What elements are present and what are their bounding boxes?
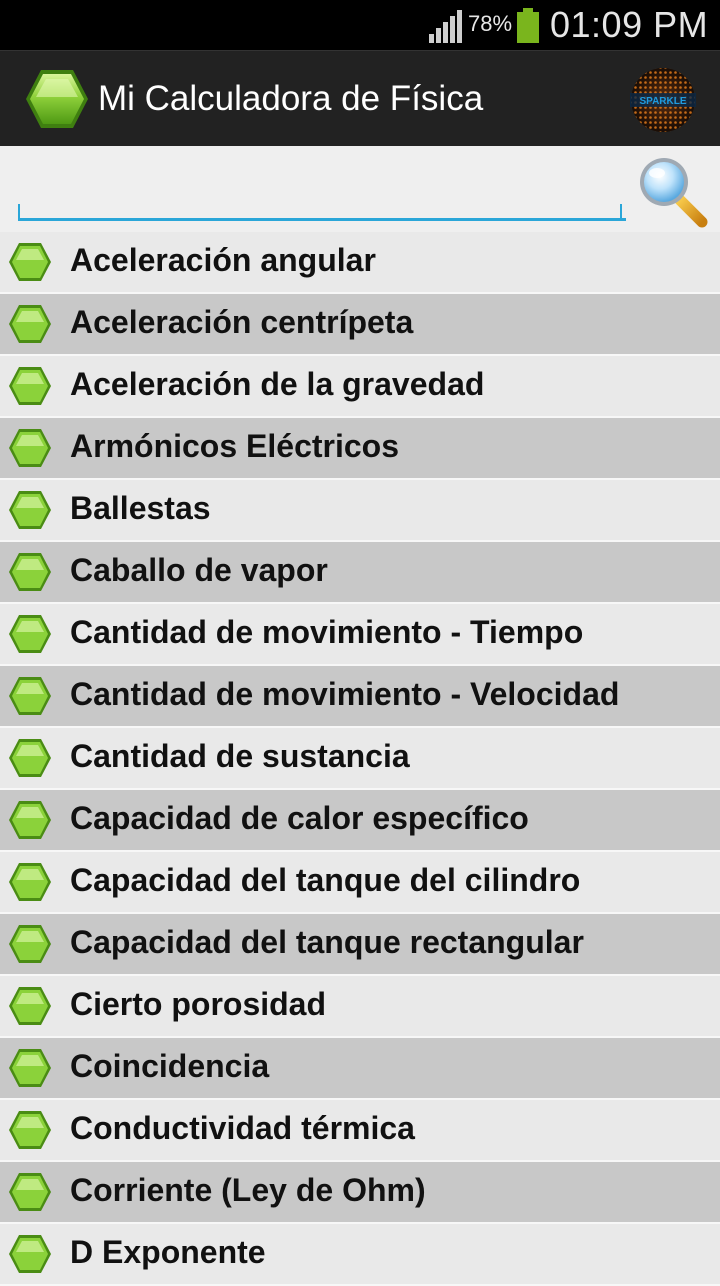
hexagon-bullet-icon [9, 429, 51, 467]
list-item[interactable]: Coincidencia [0, 1038, 720, 1100]
list-item-label: Aceleración centrípeta [70, 304, 414, 340]
sparkle-logo-icon[interactable]: SPARKLE [628, 65, 698, 135]
list-item[interactable]: Cierto porosidad [0, 976, 720, 1038]
magnifier-icon[interactable] [636, 152, 710, 228]
list-item[interactable]: Capacidad del tanque rectangular [0, 914, 720, 976]
list-item[interactable]: Caballo de vapor [0, 542, 720, 604]
hexagon-bullet-icon [9, 1173, 51, 1211]
list-item-label: Aceleración de la gravedad [70, 366, 485, 402]
battery-icon [517, 8, 539, 43]
sparkle-logo-text: SPARKLE [639, 96, 686, 107]
list-item[interactable]: Cantidad de movimiento - Velocidad [0, 666, 720, 728]
list-item[interactable]: Armónicos Eléctricos [0, 418, 720, 480]
list-item-label: Cantidad de sustancia [70, 738, 410, 774]
app-hexagon-icon[interactable] [24, 67, 90, 131]
clock: 01:09 PM [550, 4, 709, 45]
list-item[interactable]: Aceleración de la gravedad [0, 356, 720, 418]
list-item-label: Cantidad de movimiento - Velocidad [70, 676, 620, 712]
list-item[interactable]: D Exponente [0, 1224, 720, 1286]
hexagon-bullet-icon [9, 491, 51, 529]
list-item-label: Aceleración angular [70, 242, 376, 278]
hexagon-bullet-icon [9, 1111, 51, 1149]
list-item-label: Cantidad de movimiento - Tiempo [70, 614, 584, 650]
search-bar [0, 146, 720, 232]
signal-icon [429, 10, 462, 43]
status-bar: 78% 01:09 PM [0, 0, 720, 50]
list-item[interactable]: Aceleración centrípeta [0, 294, 720, 356]
hexagon-bullet-icon [9, 553, 51, 591]
hexagon-bullet-icon [9, 863, 51, 901]
list-item-label: Ballestas [70, 490, 211, 526]
hexagon-bullet-icon [9, 1235, 51, 1273]
list-item-label: Capacidad de calor específico [70, 800, 529, 836]
list-item[interactable]: Corriente (Ley de Ohm) [0, 1162, 720, 1224]
list-item-label: D Exponente [70, 1234, 266, 1270]
hexagon-bullet-icon [9, 677, 51, 715]
formula-list: Aceleración angular Aceleración centrípe… [0, 232, 720, 1286]
hexagon-bullet-icon [9, 1049, 51, 1087]
battery-percent: 78% [468, 11, 513, 36]
list-item-label: Armónicos Eléctricos [70, 428, 399, 464]
search-input-edge-left [18, 204, 20, 218]
list-item-label: Cierto porosidad [70, 986, 327, 1022]
hexagon-bullet-icon [9, 925, 51, 963]
app-title: Mi Calculadora de Física [98, 79, 484, 118]
search-input[interactable] [18, 164, 626, 221]
list-item[interactable]: Ballestas [0, 480, 720, 542]
list-item-label: Capacidad del tanque del cilindro [70, 862, 581, 898]
list-item-label: Conductividad térmica [70, 1110, 415, 1146]
list-item-label: Caballo de vapor [70, 552, 328, 588]
list-item[interactable]: Cantidad de sustancia [0, 728, 720, 790]
hexagon-bullet-icon [9, 739, 51, 777]
list-item-label: Corriente (Ley de Ohm) [70, 1172, 426, 1208]
list-item-label: Capacidad del tanque rectangular [70, 924, 584, 960]
list-item[interactable]: Capacidad de calor específico [0, 790, 720, 852]
hexagon-bullet-icon [9, 615, 51, 653]
list-item[interactable]: Aceleración angular [0, 232, 720, 294]
hexagon-bullet-icon [9, 367, 51, 405]
hexagon-bullet-icon [9, 987, 51, 1025]
list-item[interactable]: Cantidad de movimiento - Tiempo [0, 604, 720, 666]
list-item[interactable]: Capacidad del tanque del cilindro [0, 852, 720, 914]
hexagon-bullet-icon [9, 801, 51, 839]
hexagon-bullet-icon [9, 243, 51, 281]
list-item-label: Coincidencia [70, 1048, 270, 1084]
action-bar: Mi Calculadora de Física SPARKLE [0, 50, 720, 147]
search-input-edge-right [620, 204, 622, 218]
list-item[interactable]: Conductividad térmica [0, 1100, 720, 1162]
hexagon-bullet-icon [9, 305, 51, 343]
